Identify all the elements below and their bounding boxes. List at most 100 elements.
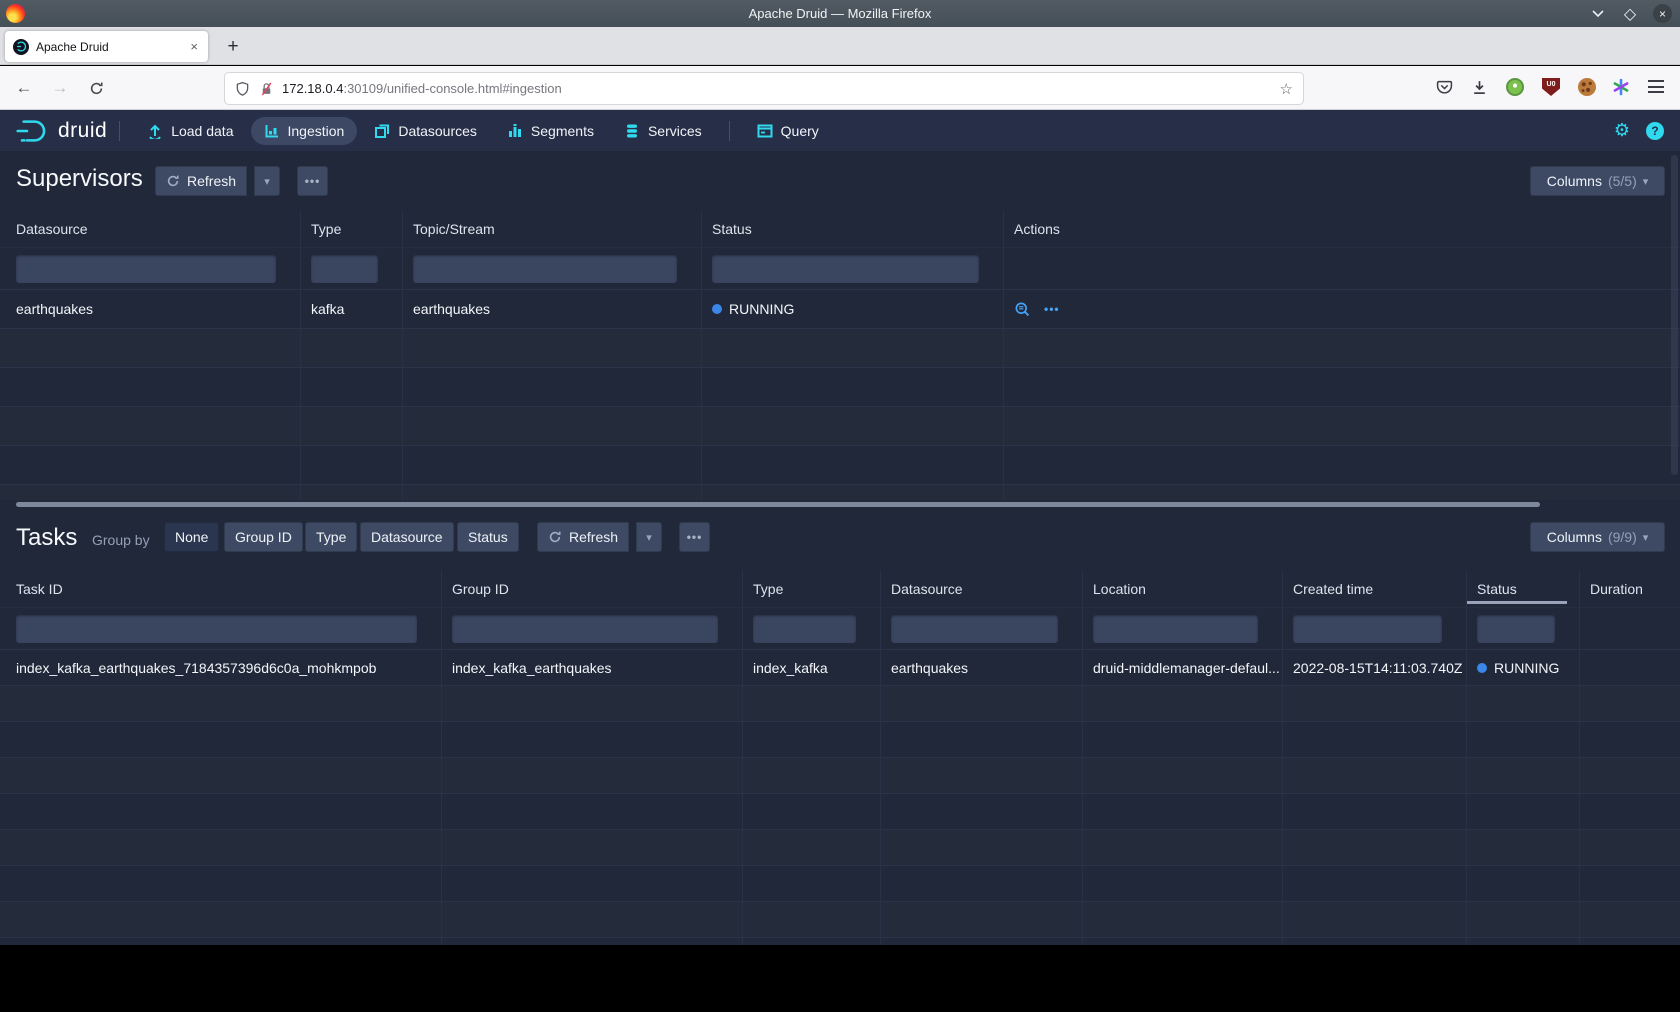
filter-location-input[interactable] [1093, 615, 1258, 643]
col-header-created-time[interactable]: Created time [1283, 570, 1467, 607]
url-bar[interactable]: 172.18.0.4:30109/unified-console.html#in… [225, 73, 1303, 104]
shield-icon[interactable] [235, 81, 250, 97]
tasks-refresh-caret-button[interactable]: ▾ [636, 522, 662, 552]
col-header-type[interactable]: Type [301, 210, 403, 247]
cell-status[interactable]: RUNNING [702, 290, 1004, 328]
maximize-icon[interactable]: ◇ [1621, 5, 1639, 23]
page-vertical-scrollbar[interactable] [1671, 155, 1678, 475]
col-header-topic-stream[interactable]: Topic/Stream [403, 210, 702, 247]
filter-group-id-input[interactable] [452, 615, 718, 643]
cell-topic-stream[interactable]: earthquakes [403, 290, 702, 328]
hamburger-menu-icon[interactable] [1648, 80, 1664, 93]
col-header-status-sorted[interactable]: Status [1467, 570, 1580, 607]
cell-created-time[interactable]: 2022-08-15T14:11:03.740Z [1283, 650, 1467, 685]
col-header-task-id[interactable]: Task ID [0, 570, 442, 607]
bookmark-star-icon[interactable]: ☆ [1280, 80, 1293, 98]
druid-brand[interactable]: druid [16, 118, 107, 144]
filter-created-time-input[interactable] [1293, 615, 1442, 643]
columns-count: (5/5) [1608, 173, 1637, 189]
load-data-icon [147, 123, 163, 139]
filter-datasource-input[interactable] [16, 255, 276, 283]
nav-segments[interactable]: Segments [494, 117, 607, 145]
tasks-filter-row [0, 608, 1680, 650]
filter-task-id-input[interactable] [16, 615, 417, 643]
view-detail-magnifier-icon[interactable] [1014, 301, 1031, 318]
nav-ingestion[interactable]: Ingestion [251, 117, 358, 145]
col-header-status[interactable]: Status [702, 210, 1004, 247]
filter-topic-stream-input[interactable] [413, 255, 677, 283]
tasks-title: Tasks [16, 524, 77, 552]
empty-row [0, 758, 1680, 794]
cell-type[interactable]: index_kafka [743, 650, 881, 685]
minimize-icon[interactable] [1589, 5, 1607, 23]
filter-type-input[interactable] [311, 255, 378, 283]
nav-query[interactable]: Query [744, 117, 832, 145]
col-header-location[interactable]: Location [1083, 570, 1283, 607]
filter-datasource-input[interactable] [891, 615, 1058, 643]
scrollbar-thumb[interactable] [16, 502, 1540, 507]
cell-datasource[interactable]: earthquakes [0, 290, 301, 328]
supervisors-title: Supervisors [16, 165, 143, 193]
supervisors-filter-row [0, 248, 1680, 290]
col-header-group-id[interactable]: Group ID [442, 570, 743, 607]
pocket-icon[interactable] [1436, 79, 1453, 96]
nav-label: Segments [531, 123, 594, 139]
tab-close-icon[interactable]: × [188, 39, 200, 54]
cell-type[interactable]: kafka [301, 290, 403, 328]
reload-icon[interactable] [82, 66, 110, 110]
filter-type-input[interactable] [753, 615, 856, 643]
close-window-icon[interactable]: × [1653, 4, 1672, 23]
nav-datasources[interactable]: Datasources [361, 117, 490, 145]
downloads-icon[interactable] [1471, 79, 1488, 96]
forward-icon[interactable]: → [46, 66, 74, 110]
filter-status-input[interactable] [1477, 615, 1555, 643]
cell-datasource[interactable]: earthquakes [881, 650, 1083, 685]
filter-status-input[interactable] [712, 255, 979, 283]
datasources-icon [374, 123, 390, 139]
group-by-status-button[interactable]: Status [457, 522, 519, 552]
nav-label: Services [648, 123, 702, 139]
group-by-group-id-button[interactable]: Group ID [224, 522, 303, 552]
status-text: RUNNING [729, 301, 794, 317]
settings-gear-icon[interactable]: ⚙ [1614, 120, 1630, 141]
nav-services[interactable]: Services [611, 117, 715, 145]
cookie-extension-icon[interactable] [1578, 78, 1596, 96]
help-icon[interactable]: ? [1646, 122, 1664, 140]
col-header-datasource[interactable]: Datasource [881, 570, 1083, 607]
cell-status[interactable]: RUNNING [1467, 650, 1580, 685]
nav-load-data[interactable]: Load data [134, 117, 246, 145]
group-by-datasource-button[interactable]: Datasource [360, 522, 454, 552]
cell-location[interactable]: druid-middlemanager-defaul... [1083, 650, 1283, 685]
insecure-lock-icon[interactable] [259, 81, 274, 97]
col-header-datasource[interactable]: Datasource [0, 210, 301, 247]
tasks-more-button[interactable]: ••• [679, 522, 710, 552]
row-more-actions-icon[interactable]: ••• [1044, 302, 1060, 316]
tasks-columns-button[interactable]: Columns (9/9) ▾ [1530, 522, 1665, 552]
cell-duration[interactable] [1580, 650, 1680, 685]
group-by-none-button[interactable]: None [164, 522, 219, 552]
back-icon[interactable]: ← [10, 66, 38, 110]
supervisors-horizontal-scrollbar[interactable] [0, 501, 1680, 508]
empty-row [0, 830, 1680, 866]
druid-navbar: druid Load data Ingestion Datasources Se… [0, 110, 1680, 151]
tasks-table-header: Task ID Group ID Type Datasource Locatio… [0, 570, 1680, 608]
supervisor-row[interactable]: earthquakes kafka earthquakes RUNNING ••… [0, 290, 1680, 329]
col-header-duration[interactable]: Duration [1580, 570, 1680, 607]
task-row[interactable]: index_kafka_earthquakes_7184357396d6c0a_… [0, 650, 1680, 686]
supervisors-refresh-button[interactable]: Refresh [155, 166, 247, 196]
tasks-refresh-button[interactable]: Refresh [537, 522, 629, 552]
supervisors-columns-button[interactable]: Columns (5/5) ▾ [1530, 166, 1665, 196]
supervisors-refresh-caret-button[interactable]: ▾ [254, 166, 280, 196]
supervisors-more-button[interactable]: ••• [297, 166, 328, 196]
cell-task-id[interactable]: index_kafka_earthquakes_7184357396d6c0a_… [0, 650, 442, 685]
new-tab-button[interactable]: + [220, 35, 246, 59]
col-header-type[interactable]: Type [743, 570, 881, 607]
ingestion-icon [264, 123, 280, 139]
group-by-type-button[interactable]: Type [305, 522, 357, 552]
extension-green-icon[interactable] [1506, 78, 1524, 96]
tab-apache-druid[interactable]: Apache Druid × [5, 31, 208, 62]
ublock-shield-icon[interactable]: U0 [1542, 78, 1560, 96]
tasks-section-bar: Tasks Group by None Group ID Type Dataso… [0, 510, 1680, 570]
extension-asterisk-icon[interactable] [1612, 78, 1630, 96]
cell-group-id[interactable]: index_kafka_earthquakes [442, 650, 743, 685]
